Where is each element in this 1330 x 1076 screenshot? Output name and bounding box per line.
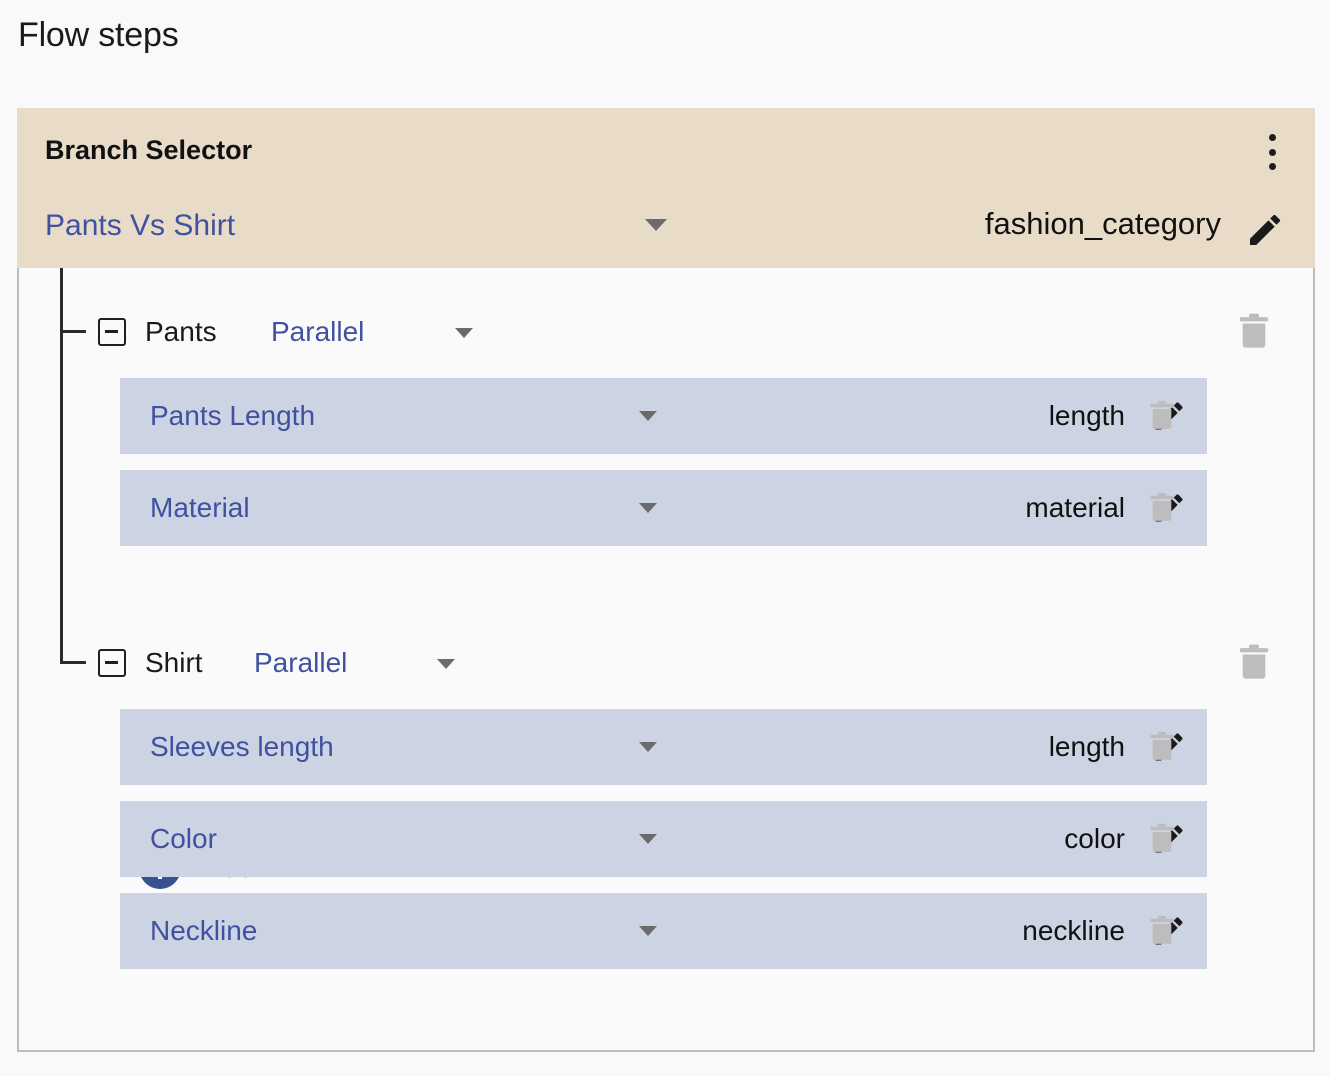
step-label: Pants Length (150, 400, 316, 431)
step-value: material (1025, 492, 1125, 523)
step-row[interactable]: Pants Length length (120, 378, 1207, 454)
caret-down-icon[interactable] (639, 834, 657, 844)
branch-selector-field-value: fashion_category (984, 206, 1221, 241)
kebab-dot (1268, 163, 1276, 170)
branch-mode-dropdown[interactable]: Parallel (271, 316, 364, 348)
step-value: length (1048, 731, 1125, 762)
more-options-icon[interactable] (1261, 130, 1283, 174)
branch-mode-dropdown[interactable]: Parallel (254, 647, 347, 679)
delete-branch-icon[interactable] (1237, 313, 1271, 351)
branch-name-label: Pants (145, 316, 217, 347)
branch-row-pants: Pants Parallel (19, 304, 1313, 360)
delete-step-icon[interactable] (1148, 491, 1176, 525)
caret-down-icon[interactable] (645, 219, 667, 231)
branch-selector-body: Pants Parallel Pants Length length Mater… (17, 268, 1315, 1052)
step-row[interactable]: Neckline neckline (120, 893, 1207, 969)
delete-step-icon[interactable] (1148, 914, 1176, 948)
caret-down-icon[interactable] (437, 659, 455, 669)
delete-step-icon[interactable] (1148, 730, 1176, 764)
step-label: Neckline (150, 915, 258, 946)
kebab-dot (1268, 134, 1276, 141)
step-label: Color (150, 823, 217, 854)
caret-down-icon[interactable] (639, 742, 657, 752)
caret-down-icon[interactable] (639, 503, 657, 513)
page-title: Flow steps (18, 16, 179, 54)
caret-down-icon[interactable] (455, 328, 473, 338)
branch-selector-dropdown[interactable]: Pants Vs Shirt (45, 200, 665, 252)
step-label: Sleeves length (150, 731, 334, 762)
branch-selector-panel: Branch Selector Pants Vs Shirt fashion_c… (17, 108, 1315, 1052)
delete-step-icon[interactable] (1148, 822, 1176, 856)
step-value: color (1064, 823, 1125, 854)
branch-selector-value: Pants Vs Shirt (45, 209, 236, 242)
step-value: length (1048, 400, 1125, 431)
collapse-toggle-icon[interactable] (98, 649, 126, 677)
step-label: Material (150, 492, 250, 523)
step-row[interactable]: Color color (120, 801, 1207, 877)
branch-name-label: Shirt (145, 647, 203, 678)
caret-down-icon[interactable] (639, 411, 657, 421)
step-row[interactable]: Material material (120, 470, 1207, 546)
branch-selector-title: Branch Selector (45, 135, 253, 165)
step-row[interactable]: Sleeves length length (120, 709, 1207, 785)
flow-steps-page: Flow steps Branch Selector Pants Vs Shir… (0, 0, 1330, 1076)
collapse-toggle-icon[interactable] (98, 318, 126, 346)
pencil-icon[interactable] (1245, 210, 1285, 250)
caret-down-icon[interactable] (639, 926, 657, 936)
delete-branch-icon[interactable] (1237, 644, 1271, 682)
delete-step-icon[interactable] (1148, 399, 1176, 433)
kebab-dot (1268, 148, 1276, 156)
branch-selector-row: Pants Vs Shirt fashion_category (17, 200, 1315, 256)
branch-row-shirt: Shirt Parallel (19, 635, 1313, 691)
branch-selector-header: Branch Selector Pants Vs Shirt fashion_c… (17, 108, 1315, 268)
step-value: neckline (1022, 915, 1125, 946)
